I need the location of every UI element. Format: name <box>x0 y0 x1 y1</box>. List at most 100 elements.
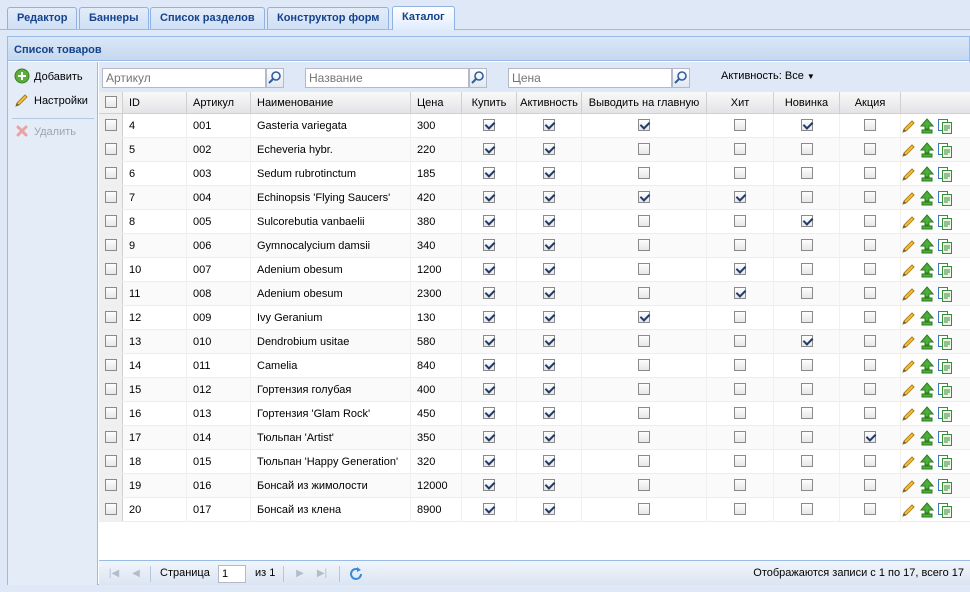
table-row[interactable]: 17 014 Тюльпан 'Artist' 350 <box>99 426 970 450</box>
sale-checkbox[interactable] <box>864 359 876 372</box>
col-header-sale[interactable]: Акция <box>840 92 901 113</box>
hit-checkbox[interactable] <box>734 431 746 444</box>
buy-checkbox[interactable] <box>483 383 495 396</box>
copy-icon[interactable] <box>937 454 953 470</box>
new-checkbox[interactable] <box>800 479 813 492</box>
new-checkbox[interactable] <box>800 383 813 396</box>
copy-icon[interactable] <box>937 166 953 182</box>
col-header-article[interactable]: Артикул <box>187 92 251 113</box>
sale-checkbox[interactable] <box>864 455 876 468</box>
row-select-checkbox[interactable] <box>104 455 117 468</box>
hit-checkbox[interactable] <box>734 479 746 492</box>
col-header-active[interactable]: Активность <box>517 92 582 113</box>
buy-checkbox[interactable] <box>483 143 495 156</box>
hit-checkbox[interactable] <box>734 383 746 396</box>
edit-pencil-icon[interactable] <box>901 430 917 446</box>
row-select-checkbox[interactable] <box>104 287 117 300</box>
sale-checkbox[interactable] <box>864 215 876 228</box>
copy-icon[interactable] <box>937 310 953 326</box>
copy-icon[interactable] <box>937 478 953 494</box>
active-checkbox[interactable] <box>543 503 555 516</box>
edit-pencil-icon[interactable] <box>901 166 917 182</box>
buy-checkbox[interactable] <box>483 431 495 444</box>
copy-icon[interactable] <box>937 286 953 302</box>
sale-checkbox[interactable] <box>864 239 876 252</box>
tab-catalog[interactable]: Каталог <box>392 6 455 30</box>
table-row[interactable]: 14 011 Camelia 840 <box>99 354 970 378</box>
buy-checkbox[interactable] <box>483 239 495 252</box>
col-header-new[interactable]: Новинка <box>774 92 840 113</box>
hit-checkbox[interactable] <box>734 263 746 276</box>
main-checkbox[interactable] <box>638 263 650 276</box>
active-checkbox[interactable] <box>543 119 555 132</box>
new-checkbox[interactable] <box>800 503 813 516</box>
new-checkbox[interactable] <box>800 215 813 228</box>
active-checkbox[interactable] <box>543 311 555 324</box>
table-row[interactable]: 5 002 Echeveria hybr. 220 <box>99 138 970 162</box>
row-select-checkbox[interactable] <box>104 239 117 252</box>
price-search-button[interactable] <box>672 68 690 88</box>
new-checkbox[interactable] <box>800 287 813 300</box>
copy-icon[interactable] <box>937 502 953 518</box>
copy-icon[interactable] <box>937 430 953 446</box>
copy-icon[interactable] <box>937 382 953 398</box>
settings-button[interactable]: Настройки <box>14 91 88 111</box>
copy-icon[interactable] <box>937 262 953 278</box>
sale-checkbox[interactable] <box>864 263 876 276</box>
move-up-icon[interactable] <box>919 190 935 206</box>
hit-checkbox[interactable] <box>734 455 746 468</box>
tab-section-list[interactable]: Список разделов <box>150 7 265 29</box>
main-checkbox[interactable] <box>638 239 650 252</box>
hit-checkbox[interactable] <box>734 191 746 204</box>
hit-checkbox[interactable] <box>734 287 746 300</box>
main-checkbox[interactable] <box>638 311 650 324</box>
row-select-checkbox[interactable] <box>104 119 117 132</box>
edit-pencil-icon[interactable] <box>901 358 917 374</box>
move-up-icon[interactable] <box>919 358 935 374</box>
row-select-checkbox[interactable] <box>104 431 117 444</box>
edit-pencil-icon[interactable] <box>901 190 917 206</box>
name-filter-input[interactable] <box>306 69 468 87</box>
new-checkbox[interactable] <box>800 167 813 180</box>
table-row[interactable]: 20 017 Бонсай из клена 8900 <box>99 498 970 522</box>
row-select-checkbox[interactable] <box>104 143 117 156</box>
buy-checkbox[interactable] <box>483 479 495 492</box>
move-up-icon[interactable] <box>919 238 935 254</box>
row-select-checkbox[interactable] <box>104 503 117 516</box>
new-checkbox[interactable] <box>800 311 813 324</box>
row-select-checkbox[interactable] <box>104 215 117 228</box>
edit-pencil-icon[interactable] <box>901 454 917 470</box>
tab-editor[interactable]: Редактор <box>7 7 78 29</box>
table-row[interactable]: 7 004 Echinopsis 'Flying Saucers' 420 <box>99 186 970 210</box>
new-checkbox[interactable] <box>800 359 813 372</box>
active-checkbox[interactable] <box>543 431 555 444</box>
edit-pencil-icon[interactable] <box>901 334 917 350</box>
refresh-icon[interactable] <box>348 566 364 582</box>
table-row[interactable]: 10 007 Adenium obesum 1200 <box>99 258 970 282</box>
copy-icon[interactable] <box>937 142 953 158</box>
table-row[interactable]: 4 001 Gasteria variegata 300 <box>99 114 970 138</box>
copy-icon[interactable] <box>937 238 953 254</box>
table-row[interactable]: 9 006 Gymnocalycium damsii 340 <box>99 234 970 258</box>
name-filter[interactable] <box>305 68 469 88</box>
main-checkbox[interactable] <box>638 455 650 468</box>
sale-checkbox[interactable] <box>864 503 876 516</box>
buy-checkbox[interactable] <box>483 359 495 372</box>
edit-pencil-icon[interactable] <box>901 310 917 326</box>
buy-checkbox[interactable] <box>483 263 495 276</box>
hit-checkbox[interactable] <box>734 215 746 228</box>
edit-pencil-icon[interactable] <box>901 406 917 422</box>
active-checkbox[interactable] <box>543 239 555 252</box>
tab-form-builder[interactable]: Конструктор форм <box>267 7 390 29</box>
copy-icon[interactable] <box>937 118 953 134</box>
active-checkbox[interactable] <box>543 287 555 300</box>
new-checkbox[interactable] <box>800 455 813 468</box>
edit-pencil-icon[interactable] <box>901 286 917 302</box>
move-up-icon[interactable] <box>919 310 935 326</box>
hit-checkbox[interactable] <box>734 335 746 348</box>
active-checkbox[interactable] <box>543 167 555 180</box>
article-filter-input[interactable] <box>103 69 265 87</box>
new-checkbox[interactable] <box>800 407 813 420</box>
row-select-checkbox[interactable] <box>104 167 117 180</box>
edit-pencil-icon[interactable] <box>901 238 917 254</box>
